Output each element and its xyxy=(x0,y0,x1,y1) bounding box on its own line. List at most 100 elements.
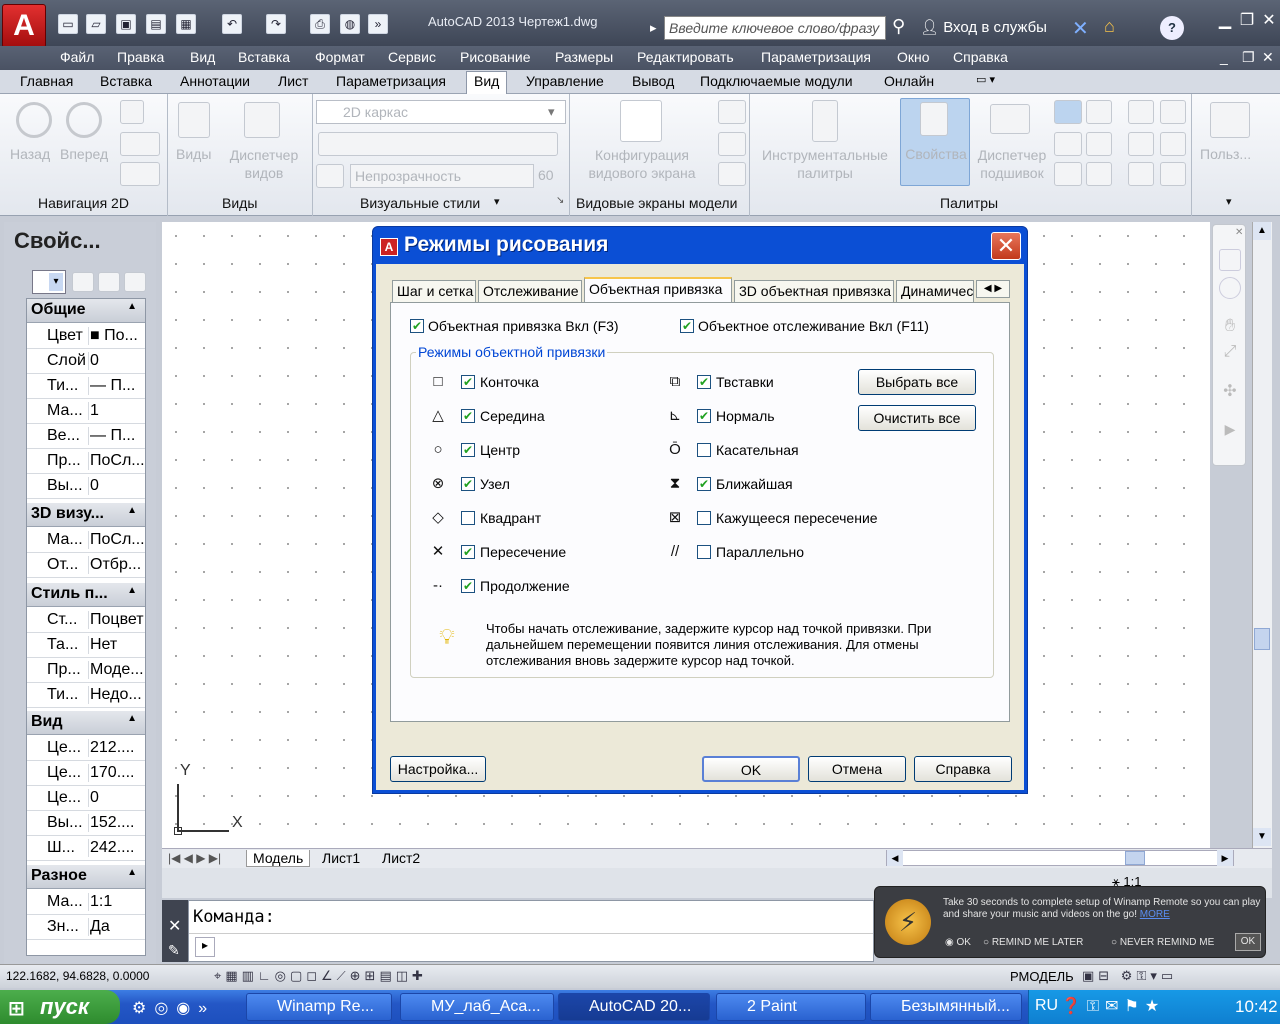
property-row[interactable]: Зн... Да xyxy=(27,915,145,940)
visual-style-toolbar[interactable] xyxy=(318,132,558,156)
tab-polar-tracking[interactable]: Отслеживание xyxy=(478,280,582,302)
ribbon-minimize-icon[interactable]: ▭ ▾ xyxy=(976,73,995,86)
menu-file[interactable]: Файл xyxy=(60,49,94,65)
winamp-more-link[interactable]: MORE xyxy=(1140,909,1170,920)
property-value[interactable]: 152.... xyxy=(88,814,144,832)
print-icon[interactable]: ⎙ xyxy=(310,14,330,34)
navbar-orbit2-icon[interactable]: ✣ xyxy=(1219,381,1241,403)
palette-icon-e[interactable] xyxy=(1128,162,1154,186)
command-line[interactable]: Команда: ▸ xyxy=(188,900,874,962)
start-button[interactable]: ⊞ пуск xyxy=(0,990,120,1024)
view-manager-icon[interactable] xyxy=(244,102,280,138)
property-value[interactable]: Да xyxy=(88,918,144,936)
orbit-icon[interactable] xyxy=(120,132,160,156)
property-value[interactable]: — П... xyxy=(88,377,144,395)
doc-restore-icon[interactable]: ❐ xyxy=(1242,49,1255,66)
save-as-icon[interactable]: ▤ xyxy=(146,14,166,34)
snap-mode-checkbox[interactable]: ✔ xyxy=(697,477,711,491)
menu-draw[interactable]: Рисование xyxy=(460,49,531,65)
taskbar-word-doc[interactable]: МУ_лаб_Аса... xyxy=(400,993,554,1021)
dialog-close-icon[interactable]: ✕ xyxy=(991,232,1021,260)
ribbon-expand-icon[interactable]: ▾ xyxy=(1226,195,1232,208)
taskbar-paint[interactable]: 2 Paint xyxy=(716,993,866,1021)
property-row[interactable]: Ма... 1 xyxy=(27,399,145,424)
property-value[interactable]: Моде... xyxy=(88,661,144,679)
property-row[interactable]: Пр... ПоСл... xyxy=(27,449,145,474)
doc-minimize-icon[interactable]: _ xyxy=(1220,49,1228,65)
radio-later[interactable]: ○ REMIND ME LATER xyxy=(983,937,1083,948)
pan-icon[interactable] xyxy=(120,100,144,124)
palette-icon-f[interactable] xyxy=(1160,162,1186,186)
new-file-icon[interactable]: ▭ xyxy=(58,14,78,34)
language-indicator[interactable]: RU xyxy=(1035,997,1058,1015)
tab-parametric[interactable]: Параметризация xyxy=(336,73,446,89)
menu-insert[interactable]: Вставка xyxy=(238,49,290,65)
xray-icon[interactable] xyxy=(316,164,344,188)
scroll-thumb[interactable] xyxy=(1254,628,1270,650)
scroll-left-icon[interactable]: ◀ xyxy=(887,850,903,866)
drafting-toggles-icons[interactable]: ⌖▦▥∟◎▢◻∠⟋⊕⊞▤◫✚ xyxy=(214,968,427,984)
snap-mode-checkbox[interactable] xyxy=(697,511,711,525)
section-misc[interactable]: Разное ▲ xyxy=(27,865,145,889)
menu-format[interactable]: Формат xyxy=(315,49,365,65)
tab-layout2[interactable]: Лист2 xyxy=(376,850,426,866)
design-center-icon[interactable] xyxy=(1086,100,1112,124)
vertical-scrollbar[interactable]: ▲ ▼ xyxy=(1252,222,1272,848)
property-value[interactable]: Недо... xyxy=(88,686,144,704)
menu-window[interactable]: Окно xyxy=(897,49,930,65)
snap-mode-checkbox[interactable] xyxy=(697,545,711,559)
tray-icons[interactable]: ❓⚿✉⚑★ xyxy=(1061,996,1165,1016)
property-row[interactable]: Вы... 0 xyxy=(27,474,145,499)
snap-mode-checkbox[interactable]: ✔ xyxy=(697,375,711,389)
visual-style-select[interactable]: 2D каркас xyxy=(316,100,566,124)
property-row[interactable]: Вы... 152.... xyxy=(27,811,145,836)
property-row[interactable]: От... Отбр... xyxy=(27,553,145,578)
section-view[interactable]: Вид ▲ xyxy=(27,711,145,735)
property-row[interactable]: Слой 0 xyxy=(27,349,145,374)
property-row[interactable]: Та... Нет xyxy=(27,633,145,658)
ok-button[interactable]: OK xyxy=(702,756,800,782)
tab-home[interactable]: Главная xyxy=(20,73,73,89)
tab-scroll-left-icon[interactable]: ◀ xyxy=(984,283,992,294)
views-icon[interactable] xyxy=(178,102,210,138)
quickcalc-icon[interactable] xyxy=(1086,132,1112,156)
property-value[interactable]: 0 xyxy=(88,789,144,807)
more-tools-icon[interactable]: » xyxy=(368,14,388,34)
horizontal-scrollbar[interactable]: ◀ ▶ xyxy=(886,850,1234,866)
coordinates-readout[interactable]: 122.1682, 94.6828, 0.0000 xyxy=(6,969,149,983)
property-row[interactable]: Пр... Моде... xyxy=(27,658,145,683)
property-row[interactable]: Ти... Недо... xyxy=(27,683,145,708)
property-row[interactable]: Ве... — П... xyxy=(27,424,145,449)
panel-visual-styles-label[interactable]: Визуальные стили xyxy=(360,195,480,211)
property-value[interactable]: ПоСл... xyxy=(88,531,144,549)
menu-edit[interactable]: Правка xyxy=(117,49,164,65)
radio-never[interactable]: ○ NEVER REMIND ME xyxy=(1111,937,1214,948)
tool-palettes-icon[interactable] xyxy=(812,100,838,142)
quick-select-icon[interactable] xyxy=(124,272,146,292)
clear-all-button[interactable]: Очистить все xyxy=(858,405,976,431)
winamp-ok-button[interactable]: OK xyxy=(1235,933,1261,951)
exchange-icon[interactable]: ✕ xyxy=(1072,16,1089,41)
palette-icon-d[interactable] xyxy=(1160,132,1186,156)
viewport-clip-icon[interactable] xyxy=(718,162,746,186)
tab-3d-object-snap[interactable]: 3D объектная привязка xyxy=(734,280,894,302)
dbconnect-icon[interactable] xyxy=(1054,162,1082,186)
redo-icon[interactable]: ↷ xyxy=(266,14,286,34)
tab-annotate[interactable]: Аннотации xyxy=(180,73,250,89)
property-value[interactable]: ПоСл... xyxy=(88,452,144,470)
property-value[interactable]: Нет xyxy=(88,636,144,654)
property-value[interactable]: 0 xyxy=(88,477,144,495)
property-value[interactable]: 1 xyxy=(88,402,144,420)
panel-visual-styles-expand-icon[interactable]: ▾ xyxy=(494,195,500,208)
section-plotstyle[interactable]: Стиль п... ▲ xyxy=(27,583,145,607)
cmdline-icon[interactable] xyxy=(1054,100,1082,124)
property-row[interactable]: Цвет ■ По... xyxy=(27,324,145,349)
open-file-icon[interactable]: ▱ xyxy=(86,14,106,34)
application-menu-button[interactable]: A xyxy=(2,4,46,48)
hscroll-thumb[interactable] xyxy=(1125,851,1145,865)
property-value[interactable]: Отбр... xyxy=(88,556,144,574)
taskbar-untitled[interactable]: Безымянный... xyxy=(870,993,1022,1021)
snap-mode-checkbox[interactable]: ✔ xyxy=(461,579,475,593)
property-row[interactable]: Це... 212.... xyxy=(27,736,145,761)
snap-mode-checkbox[interactable]: ✔ xyxy=(461,409,475,423)
